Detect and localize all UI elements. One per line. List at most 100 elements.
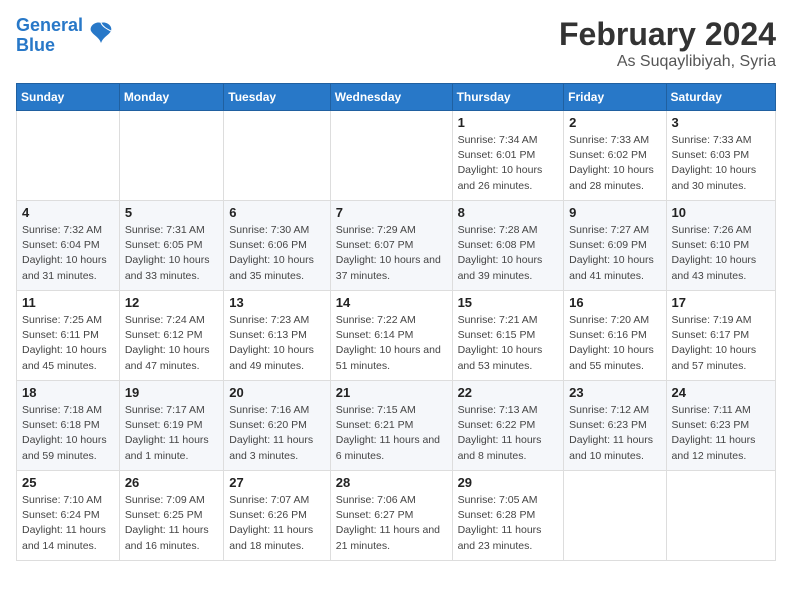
day-number: 11	[22, 295, 114, 310]
day-number: 23	[569, 385, 660, 400]
calendar-cell: 5 Sunrise: 7:31 AM Sunset: 6:05 PM Daylig…	[119, 201, 223, 291]
page-header: GeneralBlue February 2024 As Suqaylibiya…	[16, 16, 776, 71]
day-info: Sunrise: 7:16 AM Sunset: 6:20 PM Dayligh…	[229, 403, 324, 464]
calendar-cell: 17Sunrise: 7:19 AM Sunset: 6:17 PM Dayli…	[666, 291, 775, 381]
day-info: Sunrise: 7:27 AM Sunset: 6:09 PM Dayligh…	[569, 223, 660, 284]
calendar-cell: 21 Sunrise: 7:15 AM Sunset: 6:21 PM Dayli…	[330, 381, 452, 471]
day-number: 6	[229, 205, 324, 220]
calendar-header-row: SundayMondayTuesdayWednesdayThursdayFrid…	[17, 84, 776, 111]
day-info: Sunrise: 7:10 AM Sunset: 6:24 PM Dayligh…	[22, 493, 114, 554]
day-number: 1	[458, 115, 559, 130]
calendar-cell: 13 Sunrise: 7:23 AM Sunset: 6:13 PM Dayli…	[224, 291, 330, 381]
day-info: Sunrise: 7:20 AM Sunset: 6:16 PM Dayligh…	[569, 313, 660, 374]
calendar-cell: 28 Sunrise: 7:06 AM Sunset: 6:27 PM Dayli…	[330, 471, 452, 561]
calendar-cell: 11Sunrise: 7:25 AM Sunset: 6:11 PM Dayli…	[17, 291, 120, 381]
day-info: Sunrise: 7:21 AM Sunset: 6:15 PM Dayligh…	[458, 313, 559, 374]
day-number: 24	[672, 385, 770, 400]
day-info: Sunrise: 7:34 AM Sunset: 6:01 PM Dayligh…	[458, 133, 559, 194]
calendar-cell: 4 Sunrise: 7:32 AM Sunset: 6:04 PM Daylig…	[17, 201, 120, 291]
calendar-cell: 7 Sunrise: 7:29 AM Sunset: 6:07 PM Daylig…	[330, 201, 452, 291]
calendar-week-row: 11Sunrise: 7:25 AM Sunset: 6:11 PM Dayli…	[17, 291, 776, 381]
day-number: 5	[125, 205, 218, 220]
calendar-cell: 16Sunrise: 7:20 AM Sunset: 6:16 PM Dayli…	[564, 291, 666, 381]
day-number: 8	[458, 205, 559, 220]
day-number: 12	[125, 295, 218, 310]
calendar-cell: 6 Sunrise: 7:30 AM Sunset: 6:06 PM Daylig…	[224, 201, 330, 291]
day-number: 2	[569, 115, 660, 130]
calendar-cell: 2 Sunrise: 7:33 AM Sunset: 6:02 PM Daylig…	[564, 111, 666, 201]
calendar-cell: 18 Sunrise: 7:18 AM Sunset: 6:18 PM Dayli…	[17, 381, 120, 471]
day-number: 21	[336, 385, 447, 400]
calendar-cell: 25 Sunrise: 7:10 AM Sunset: 6:24 PM Dayli…	[17, 471, 120, 561]
day-number: 27	[229, 475, 324, 490]
day-number: 22	[458, 385, 559, 400]
calendar-cell	[330, 111, 452, 201]
calendar-cell	[666, 471, 775, 561]
day-number: 29	[458, 475, 559, 490]
day-info: Sunrise: 7:31 AM Sunset: 6:05 PM Dayligh…	[125, 223, 218, 284]
weekday-header: Monday	[119, 84, 223, 111]
calendar-cell	[224, 111, 330, 201]
calendar-cell: 29 Sunrise: 7:05 AM Sunset: 6:28 PM Dayli…	[452, 471, 564, 561]
calendar-week-row: 18 Sunrise: 7:18 AM Sunset: 6:18 PM Dayli…	[17, 381, 776, 471]
day-info: Sunrise: 7:18 AM Sunset: 6:18 PM Dayligh…	[22, 403, 114, 464]
day-number: 13	[229, 295, 324, 310]
day-info: Sunrise: 7:22 AM Sunset: 6:14 PM Dayligh…	[336, 313, 447, 374]
logo-text: GeneralBlue	[16, 16, 83, 56]
calendar-cell: 15 Sunrise: 7:21 AM Sunset: 6:15 PM Dayli…	[452, 291, 564, 381]
day-number: 28	[336, 475, 447, 490]
calendar-cell: 1 Sunrise: 7:34 AM Sunset: 6:01 PM Daylig…	[452, 111, 564, 201]
page-title: February 2024	[559, 16, 776, 53]
weekday-header: Friday	[564, 84, 666, 111]
day-number: 25	[22, 475, 114, 490]
calendar-cell: 26Sunrise: 7:09 AM Sunset: 6:25 PM Dayli…	[119, 471, 223, 561]
weekday-header: Wednesday	[330, 84, 452, 111]
day-info: Sunrise: 7:33 AM Sunset: 6:03 PM Dayligh…	[672, 133, 770, 194]
day-info: Sunrise: 7:11 AM Sunset: 6:23 PM Dayligh…	[672, 403, 770, 464]
calendar-cell: 9 Sunrise: 7:27 AM Sunset: 6:09 PM Daylig…	[564, 201, 666, 291]
day-number: 3	[672, 115, 770, 130]
page-subtitle: As Suqaylibiyah, Syria	[559, 53, 776, 71]
calendar-cell: 23 Sunrise: 7:12 AM Sunset: 6:23 PM Dayli…	[564, 381, 666, 471]
weekday-header: Tuesday	[224, 84, 330, 111]
day-info: Sunrise: 7:13 AM Sunset: 6:22 PM Dayligh…	[458, 403, 559, 464]
calendar-cell: 27 Sunrise: 7:07 AM Sunset: 6:26 PM Dayli…	[224, 471, 330, 561]
day-info: Sunrise: 7:15 AM Sunset: 6:21 PM Dayligh…	[336, 403, 447, 464]
calendar-cell	[564, 471, 666, 561]
weekday-header: Sunday	[17, 84, 120, 111]
day-info: Sunrise: 7:07 AM Sunset: 6:26 PM Dayligh…	[229, 493, 324, 554]
day-info: Sunrise: 7:33 AM Sunset: 6:02 PM Dayligh…	[569, 133, 660, 194]
calendar-cell: 24 Sunrise: 7:11 AM Sunset: 6:23 PM Dayli…	[666, 381, 775, 471]
day-number: 18	[22, 385, 114, 400]
logo: GeneralBlue	[16, 16, 115, 56]
calendar-cell: 3 Sunrise: 7:33 AM Sunset: 6:03 PM Daylig…	[666, 111, 775, 201]
day-number: 10	[672, 205, 770, 220]
day-info: Sunrise: 7:19 AM Sunset: 6:17 PM Dayligh…	[672, 313, 770, 374]
day-info: Sunrise: 7:29 AM Sunset: 6:07 PM Dayligh…	[336, 223, 447, 284]
day-number: 20	[229, 385, 324, 400]
day-number: 15	[458, 295, 559, 310]
calendar-cell: 12Sunrise: 7:24 AM Sunset: 6:12 PM Dayli…	[119, 291, 223, 381]
calendar-cell	[17, 111, 120, 201]
day-info: Sunrise: 7:32 AM Sunset: 6:04 PM Dayligh…	[22, 223, 114, 284]
calendar-week-row: 1 Sunrise: 7:34 AM Sunset: 6:01 PM Daylig…	[17, 111, 776, 201]
day-info: Sunrise: 7:23 AM Sunset: 6:13 PM Dayligh…	[229, 313, 324, 374]
day-info: Sunrise: 7:05 AM Sunset: 6:28 PM Dayligh…	[458, 493, 559, 554]
calendar-table: SundayMondayTuesdayWednesdayThursdayFrid…	[16, 83, 776, 561]
calendar-cell: 20 Sunrise: 7:16 AM Sunset: 6:20 PM Dayli…	[224, 381, 330, 471]
weekday-header: Saturday	[666, 84, 775, 111]
calendar-cell: 10Sunrise: 7:26 AM Sunset: 6:10 PM Dayli…	[666, 201, 775, 291]
day-number: 7	[336, 205, 447, 220]
day-number: 9	[569, 205, 660, 220]
calendar-week-row: 4 Sunrise: 7:32 AM Sunset: 6:04 PM Daylig…	[17, 201, 776, 291]
day-number: 4	[22, 205, 114, 220]
day-number: 26	[125, 475, 218, 490]
calendar-cell	[119, 111, 223, 201]
day-info: Sunrise: 7:12 AM Sunset: 6:23 PM Dayligh…	[569, 403, 660, 464]
title-block: February 2024 As Suqaylibiyah, Syria	[559, 16, 776, 71]
calendar-cell: 14Sunrise: 7:22 AM Sunset: 6:14 PM Dayli…	[330, 291, 452, 381]
calendar-cell: 8Sunrise: 7:28 AM Sunset: 6:08 PM Daylig…	[452, 201, 564, 291]
day-info: Sunrise: 7:06 AM Sunset: 6:27 PM Dayligh…	[336, 493, 447, 554]
calendar-cell: 19Sunrise: 7:17 AM Sunset: 6:19 PM Dayli…	[119, 381, 223, 471]
day-info: Sunrise: 7:30 AM Sunset: 6:06 PM Dayligh…	[229, 223, 324, 284]
